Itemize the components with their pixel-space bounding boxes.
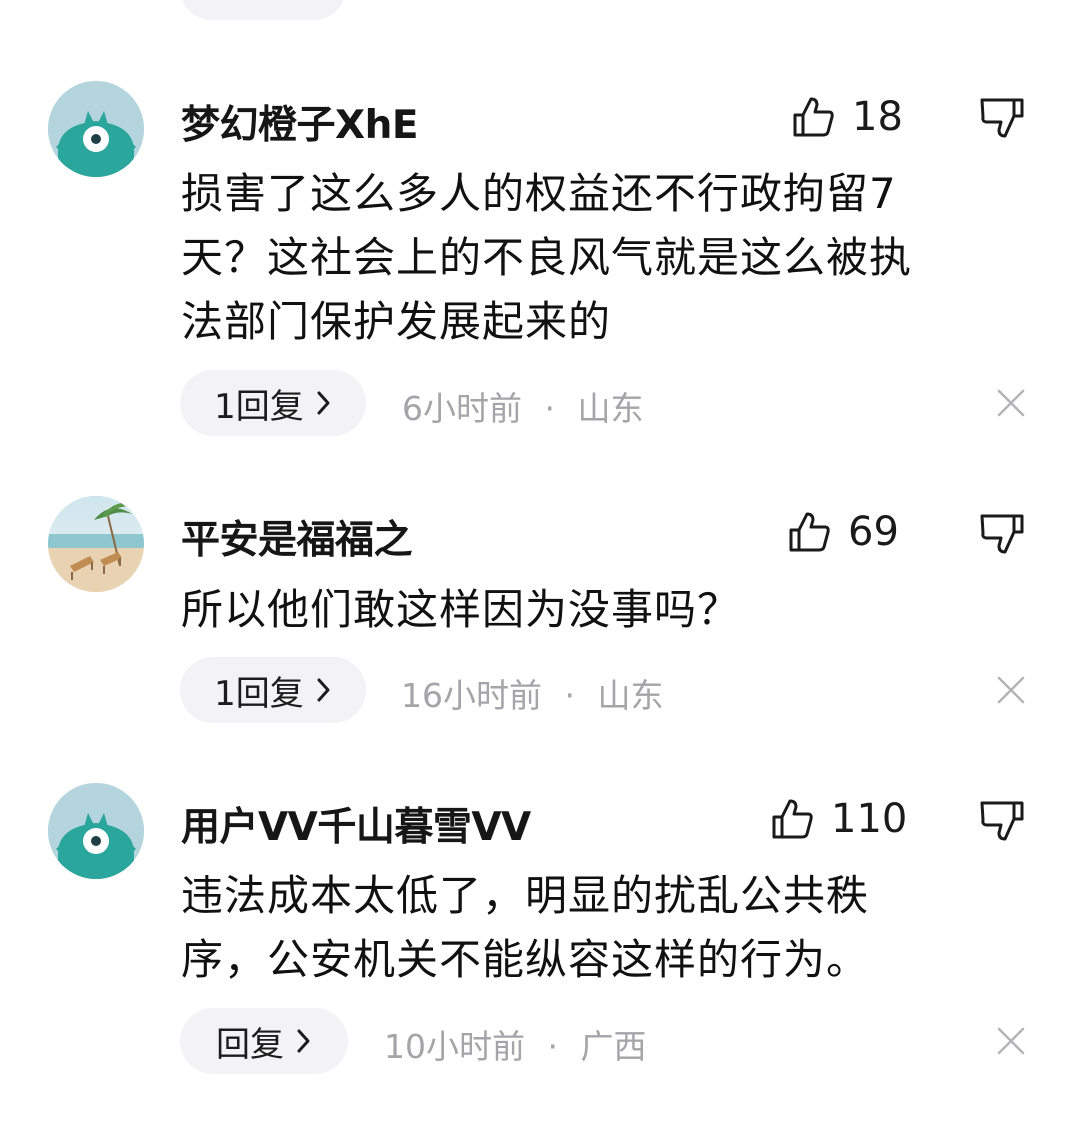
separator: · (564, 676, 576, 715)
comment-text-line: 法部门保护发展起来的 (181, 297, 612, 346)
comment-meta: 10小时前 · 广西 (384, 1020, 647, 1068)
thumbs-up-icon (789, 512, 830, 552)
like-button[interactable]: 69 (788, 507, 899, 557)
username[interactable]: 用户VV千山暮雪VV (181, 796, 531, 852)
like-count: 18 (852, 94, 903, 140)
like-count: 69 (848, 509, 899, 555)
close-icon[interactable] (997, 1027, 1025, 1055)
comment-list: 梦幻橙子XhE 18 损害了这么多人的权益还不行政拘留7 天？这社会上的不良风气… (0, 0, 1079, 1122)
location: 山东 (577, 389, 644, 428)
comment-text: 损害了这么多人的权益还不行政拘留7 天？这社会上的不良风气就是这么被执 法部门保… (181, 162, 1011, 354)
avatar[interactable] (48, 496, 144, 592)
like-button[interactable]: 110 (771, 794, 907, 844)
username[interactable]: 梦幻橙子XhE (181, 94, 418, 150)
comment-meta: 16小时前 · 山东 (401, 669, 664, 717)
avatar[interactable] (48, 81, 144, 177)
comment-text: 所以他们敢这样因为没事吗？ (181, 578, 1011, 642)
chevron-right-icon (297, 1029, 310, 1053)
previous-comment-footer (0, 0, 1079, 20)
avatar[interactable] (48, 783, 144, 879)
comment-text-line: 序，公安机关不能纵容这样的行为。 (181, 935, 870, 984)
chevron-right-icon (317, 391, 330, 415)
reply-button[interactable]: 回复 (180, 1008, 348, 1074)
comment-text-line: 违法成本太低了，明显的扰乱公共秩 (181, 871, 870, 920)
chevron-right-icon (317, 678, 330, 702)
reply-label: 1回复 (214, 386, 304, 427)
reply-button[interactable]: 1回复 (180, 370, 366, 436)
comment-text-line: 损害了这么多人的权益还不行政拘留7 (181, 169, 897, 218)
like-count: 110 (831, 796, 908, 842)
thumbs-down-icon[interactable] (980, 96, 1024, 140)
thumbs-up-icon (772, 799, 813, 839)
thumbs-up-icon (793, 97, 834, 137)
close-icon[interactable] (997, 676, 1025, 704)
timestamp: 6小时前 (402, 389, 522, 428)
reply-label: 回复 (216, 1024, 284, 1065)
separator: · (547, 1027, 559, 1066)
comment-text-line: 天？这社会上的不良风气就是这么被执 (181, 233, 913, 282)
reply-label: 1回复 (214, 673, 304, 714)
mascot-avatar-icon (48, 81, 144, 177)
reply-button-partial[interactable] (180, 0, 346, 20)
beach-avatar-icon (48, 496, 144, 592)
location: 广西 (580, 1027, 647, 1066)
username[interactable]: 平安是福福之 (181, 509, 413, 565)
reply-button[interactable]: 1回复 (180, 657, 366, 723)
timestamp: 16小时前 (401, 676, 542, 715)
separator: · (544, 389, 556, 428)
comment-text: 违法成本太低了，明显的扰乱公共秩 序，公安机关不能纵容这样的行为。 (181, 864, 1011, 992)
comment-text-line: 所以他们敢这样因为没事吗？ (181, 585, 741, 634)
comment-meta: 6小时前 · 山东 (402, 382, 644, 430)
mascot-avatar-icon (48, 783, 144, 879)
thumbs-down-icon[interactable] (980, 512, 1024, 556)
close-icon[interactable] (997, 389, 1025, 417)
location: 山东 (597, 676, 664, 715)
timestamp: 10小时前 (384, 1027, 525, 1066)
thumbs-down-icon[interactable] (980, 799, 1024, 843)
like-button[interactable]: 18 (792, 92, 903, 142)
